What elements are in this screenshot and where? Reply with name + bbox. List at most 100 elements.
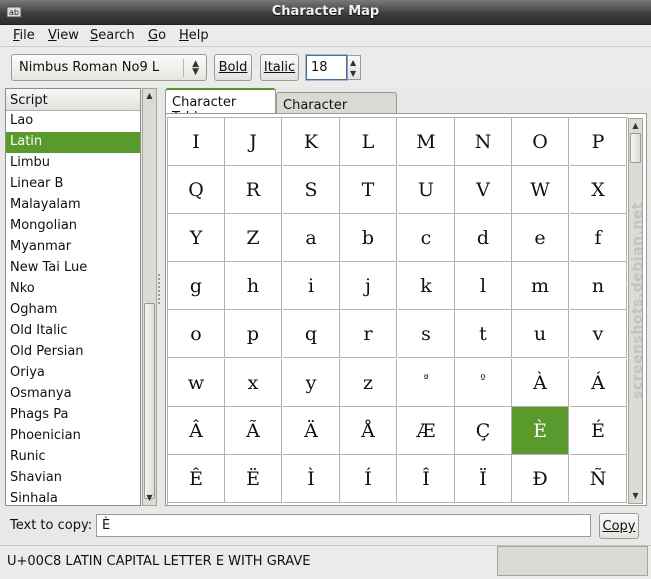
character-cell[interactable]: À bbox=[512, 359, 569, 407]
character-cell[interactable]: O bbox=[512, 118, 569, 166]
character-cell[interactable]: P bbox=[570, 118, 627, 166]
script-list-item[interactable]: Oriya bbox=[6, 363, 140, 384]
script-list-item[interactable]: Latin bbox=[6, 132, 140, 153]
menu-go[interactable]: Go bbox=[148, 28, 166, 43]
character-cell[interactable]: S bbox=[283, 166, 340, 214]
character-cell[interactable]: Ð bbox=[512, 455, 569, 503]
script-list[interactable]: Script Lao Latin Limbu Linear B Malayalam Mon… bbox=[5, 88, 141, 506]
script-list-item[interactable]: Myanmar bbox=[6, 237, 140, 258]
character-cell[interactable]: Ä bbox=[283, 407, 340, 455]
character-cell[interactable]: Â bbox=[168, 407, 225, 455]
character-cell[interactable]: z bbox=[340, 359, 397, 407]
character-cell[interactable]: Ê bbox=[168, 455, 225, 503]
font-size-spinner[interactable]: 18 ▲ ▼ bbox=[306, 55, 361, 80]
script-list-item[interactable]: Nko bbox=[6, 279, 140, 300]
character-cell[interactable]: Á bbox=[570, 359, 627, 407]
character-cell[interactable]: K bbox=[283, 118, 340, 166]
character-cell[interactable]: v bbox=[570, 310, 627, 358]
script-list-item[interactable]: Old Italic bbox=[6, 321, 140, 342]
script-list-item[interactable]: Runic bbox=[6, 447, 140, 468]
character-cell[interactable]: N bbox=[455, 118, 512, 166]
spin-up-icon[interactable]: ▲ bbox=[350, 58, 356, 67]
character-cell[interactable]: V bbox=[455, 166, 512, 214]
text-to-copy-input[interactable]: È bbox=[96, 514, 591, 537]
character-cell[interactable]: É bbox=[570, 407, 627, 455]
title-bar[interactable]: ab Character Map bbox=[0, 0, 651, 25]
character-cell[interactable]: a bbox=[283, 214, 340, 262]
character-cell[interactable]: h bbox=[225, 262, 282, 310]
character-cell[interactable]: k bbox=[398, 262, 455, 310]
character-cell[interactable]: ª bbox=[398, 359, 455, 407]
character-cell[interactable]: I bbox=[168, 118, 225, 166]
character-cell[interactable]: s bbox=[398, 310, 455, 358]
character-cell[interactable]: Q bbox=[168, 166, 225, 214]
character-cell[interactable]: o bbox=[168, 310, 225, 358]
scroll-thumb[interactable] bbox=[630, 133, 641, 163]
scroll-down-icon[interactable]: ▼ bbox=[629, 489, 642, 503]
character-cell[interactable]: Æ bbox=[398, 407, 455, 455]
script-list-item[interactable]: Old Persian bbox=[6, 342, 140, 363]
copy-button[interactable]: Copy bbox=[599, 513, 639, 539]
character-cell[interactable]: i bbox=[283, 262, 340, 310]
character-cell[interactable]: Ñ bbox=[570, 455, 627, 503]
character-cell[interactable]: Å bbox=[340, 407, 397, 455]
character-cell[interactable]: x bbox=[225, 359, 282, 407]
character-cell[interactable]: b bbox=[340, 214, 397, 262]
font-size-input[interactable]: 18 bbox=[306, 55, 347, 80]
character-cell[interactable]: T bbox=[340, 166, 397, 214]
character-cell[interactable]: X bbox=[570, 166, 627, 214]
character-cell[interactable]: M bbox=[398, 118, 455, 166]
character-cell[interactable]: d bbox=[455, 214, 512, 262]
menu-help[interactable]: Help bbox=[179, 28, 209, 43]
character-cell[interactable]: n bbox=[570, 262, 627, 310]
scroll-thumb[interactable] bbox=[144, 303, 155, 499]
pane-splitter[interactable] bbox=[157, 272, 161, 312]
character-cell[interactable]: u bbox=[512, 310, 569, 358]
character-cell[interactable]: Y bbox=[168, 214, 225, 262]
script-list-item[interactable]: Phags Pa bbox=[6, 405, 140, 426]
menu-file[interactable]: File bbox=[13, 28, 35, 43]
menu-search[interactable]: Search bbox=[90, 28, 135, 43]
script-list-item[interactable]: Malayalam bbox=[6, 195, 140, 216]
character-cell[interactable]: Î bbox=[398, 455, 455, 503]
scroll-up-icon[interactable]: ▲ bbox=[143, 89, 156, 103]
script-list-item[interactable]: Linear B bbox=[6, 174, 140, 195]
spin-arrows[interactable]: ▲ ▼ bbox=[347, 55, 361, 80]
character-cell[interactable]: U bbox=[398, 166, 455, 214]
character-cell[interactable]: f bbox=[570, 214, 627, 262]
script-list-scrollbar[interactable]: ▲ ▼ bbox=[142, 88, 157, 506]
character-cell[interactable]: R bbox=[225, 166, 282, 214]
character-cell[interactable]: L bbox=[340, 118, 397, 166]
character-cell[interactable]: w bbox=[168, 359, 225, 407]
character-cell[interactable]: r bbox=[340, 310, 397, 358]
character-cell[interactable]: q bbox=[283, 310, 340, 358]
character-cell[interactable]: j bbox=[340, 262, 397, 310]
character-cell[interactable]: m bbox=[512, 262, 569, 310]
character-cell[interactable]: e bbox=[512, 214, 569, 262]
character-cell[interactable]: J bbox=[225, 118, 282, 166]
script-list-item[interactable]: Ogham bbox=[6, 300, 140, 321]
character-cell[interactable]: Ç bbox=[455, 407, 512, 455]
font-selector[interactable]: Nimbus Roman No9 L ▲ ▼ bbox=[11, 54, 207, 81]
script-list-item[interactable]: Limbu bbox=[6, 153, 140, 174]
character-cell[interactable]: W bbox=[512, 166, 569, 214]
script-list-item[interactable]: New Tai Lue bbox=[6, 258, 140, 279]
character-cell[interactable]: Ì bbox=[283, 455, 340, 503]
script-list-item[interactable]: Osmanya bbox=[6, 384, 140, 405]
character-cell[interactable]: Í bbox=[340, 455, 397, 503]
character-cell[interactable]: Z bbox=[225, 214, 282, 262]
script-list-item[interactable]: Lao bbox=[6, 111, 140, 132]
tab-character-table[interactable]: Character Table bbox=[165, 88, 276, 125]
script-list-item[interactable]: Phoenician bbox=[6, 426, 140, 447]
character-cell[interactable]: y bbox=[283, 359, 340, 407]
bold-button[interactable]: Bold bbox=[214, 54, 252, 81]
italic-button[interactable]: Italic bbox=[260, 54, 299, 81]
menu-view[interactable]: View bbox=[48, 28, 79, 43]
character-cell[interactable]: Ë bbox=[225, 455, 282, 503]
script-list-item[interactable]: Mongolian bbox=[6, 216, 140, 237]
character-cell[interactable]: p bbox=[225, 310, 282, 358]
scroll-down-icon[interactable]: ▼ bbox=[143, 491, 156, 505]
character-cell[interactable]: t bbox=[455, 310, 512, 358]
script-list-item[interactable]: Sinhala bbox=[6, 489, 140, 505]
spin-down-icon[interactable]: ▼ bbox=[350, 69, 356, 78]
